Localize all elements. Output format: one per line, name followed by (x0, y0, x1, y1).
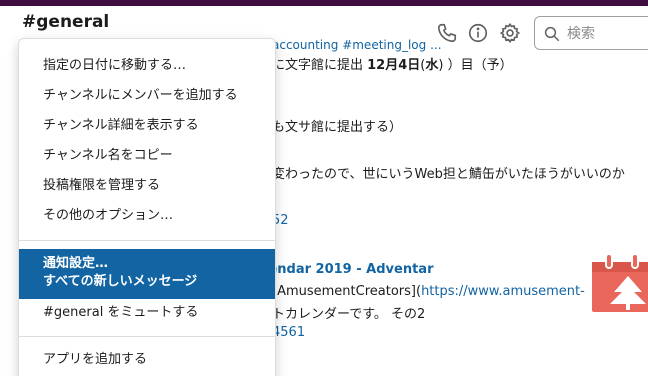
gear-icon[interactable] (499, 22, 521, 44)
search-icon (543, 25, 561, 43)
channel-context-menu: 指定の日付に移動する… チャンネルにメンバーを追加する チャンネル詳細を表示する… (18, 38, 276, 376)
attachment-fragment: [AmusementCreators]( (272, 284, 422, 299)
workspace-topbar (0, 0, 648, 6)
message-text: 変わったので、世にいうWeb担と鯖缶がいたほうがいいのか (272, 167, 625, 182)
channel-title[interactable]: #general (22, 12, 109, 32)
menu-item-mute-channel[interactable]: #general をミュートする (19, 298, 275, 328)
menu-item-copy-channel-name[interactable]: チャンネル名をコピー (19, 141, 275, 171)
message-bold: 12月4日 (367, 58, 421, 73)
menu-divider (19, 336, 275, 337)
message-text: も文サ館に提出する） (272, 120, 403, 135)
attachment-text: [AmusementCreators](https://www.amusemen… (272, 284, 585, 299)
message-text: に文字館に提出 12月4日(水) ）目（予） (272, 54, 513, 73)
menu-item-notification-settings[interactable]: 通知設定… すべての新しいメッセージ (19, 249, 275, 299)
search-box[interactable] (534, 16, 648, 50)
notification-settings-label: 通知設定… (43, 256, 109, 271)
menu-divider (19, 240, 275, 241)
menu-item-more-options[interactable]: その他のオプション… (19, 201, 275, 231)
calendar-icon (592, 250, 648, 312)
menu-item-channel-details[interactable]: チャンネル詳細を表示する (19, 111, 275, 141)
message-fragment: ) (438, 58, 448, 73)
attachment-title-link[interactable]: lendar 2019 - Adventar (264, 262, 433, 277)
message-fragment: に文字館に提出 (272, 58, 368, 73)
menu-item-add-members[interactable]: チャンネルにメンバーを追加する (19, 81, 275, 111)
message-bold: 水 (425, 58, 439, 73)
topic-prefix: accounting (272, 38, 343, 52)
menu-item-jump-to-date[interactable]: 指定の日付に移動する… (19, 51, 275, 81)
info-icon[interactable] (467, 22, 489, 44)
search-input[interactable] (567, 23, 648, 45)
message-link[interactable]: 4561 (272, 325, 305, 340)
channel-topic: accounting #meeting_log ... (272, 38, 442, 52)
message-fragment: ）目（予） (447, 58, 513, 73)
attachment-text: トカレンダーです。 その2 (272, 307, 426, 322)
attachment-link[interactable]: https://www.amusement- (421, 284, 585, 299)
topic-link[interactable]: #meeting_log ... (342, 38, 441, 52)
notification-settings-value: すべての新しいメッセージ (43, 274, 198, 289)
menu-item-manage-posting-permissions[interactable]: 投稿権限を管理する (19, 171, 275, 201)
menu-item-add-app[interactable]: アプリを追加する (19, 345, 275, 375)
